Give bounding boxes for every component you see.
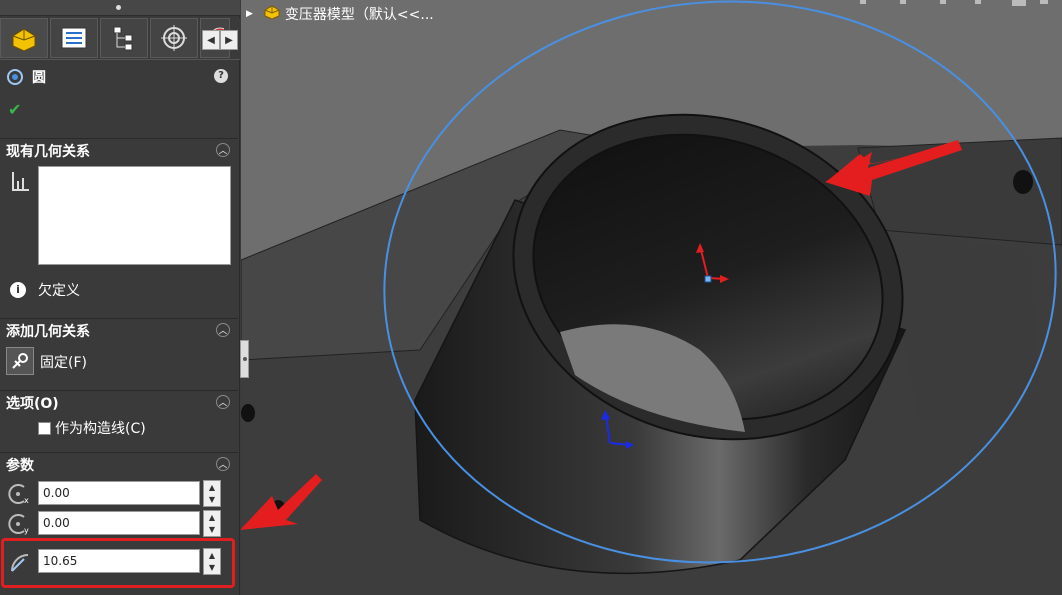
info-icon: i: [10, 282, 26, 298]
feature-manager-icon: [12, 28, 36, 52]
center-x-spinner[interactable]: ▲ ▼: [203, 480, 221, 507]
ok-checkmark-icon[interactable]: ✔: [8, 100, 21, 119]
status-label: 欠定义: [38, 283, 80, 299]
dimxpert-icon: [161, 25, 187, 51]
section-parameters-label: 参数: [6, 457, 34, 474]
solidworks-window: ▶ 变压器模型（默认<<... ◀ ▶ 圆 ? ✔ 现有几何关系 ︿ i 欠定义…: [0, 0, 1062, 595]
status-row: i 欠定义: [10, 280, 80, 300]
circle-icon: [7, 69, 23, 85]
construction-checkbox-row[interactable]: 作为构造线(C): [38, 418, 146, 438]
existing-relations-list[interactable]: [38, 166, 231, 265]
construction-label[interactable]: 作为构造线(C): [55, 418, 146, 438]
anchor-fix-icon: [12, 353, 28, 369]
section-add-relations-label: 添加几何关系: [6, 323, 90, 340]
fix-relation-label[interactable]: 固定(F): [40, 352, 87, 372]
graphics-area[interactable]: [240, 0, 1062, 595]
tab-feature-manager[interactable]: [0, 18, 48, 58]
svg-text:y: y: [24, 526, 29, 535]
help-icon[interactable]: ?: [214, 69, 228, 83]
tab-scroll-right-button[interactable]: ▶: [220, 30, 238, 50]
section-existing-relations[interactable]: 现有几何关系 ︿: [0, 138, 238, 162]
tab-scroll-buttons: ◀ ▶: [202, 30, 238, 50]
property-manager-icon: [61, 27, 87, 49]
panel-grip[interactable]: [0, 0, 240, 16]
property-manager-panel: ◀ ▶ 圆 ? ✔ 现有几何关系 ︿ i 欠定义 添加几何关系 ︿ 固定(F) …: [0, 0, 240, 595]
section-options[interactable]: 选项(O) ︿: [0, 390, 238, 414]
fix-relation-button[interactable]: [6, 347, 34, 375]
part-icon: [263, 4, 281, 24]
center-y-icon: y: [8, 514, 29, 535]
relations-icon: [10, 170, 30, 196]
collapse-chevron-icon[interactable]: ︿: [216, 323, 230, 337]
model-view[interactable]: [240, 0, 1062, 595]
tab-configuration-manager[interactable]: [100, 18, 148, 58]
collapse-chevron-icon[interactable]: ︿: [216, 457, 230, 471]
property-title-row: 圆 ?: [6, 66, 234, 88]
center-y-row: y 0.00 ▲ ▼: [6, 509, 222, 537]
manager-tabs: ◀ ▶: [0, 18, 240, 60]
section-parameters[interactable]: 参数 ︿: [0, 452, 238, 476]
center-x-icon: x: [8, 484, 29, 505]
collapse-chevron-icon[interactable]: ︿: [216, 395, 230, 409]
radius-highlight-box: [1, 538, 235, 588]
center-y-spinner[interactable]: ▲ ▼: [203, 510, 221, 537]
expand-arrow-icon[interactable]: ▶: [246, 9, 253, 19]
center-x-input[interactable]: 0.00: [38, 481, 200, 505]
feature-tree-header[interactable]: ▶ 变压器模型（默认<<...: [246, 4, 434, 24]
construction-checkbox[interactable]: [38, 421, 51, 435]
property-title: 圆: [32, 70, 46, 86]
center-x-row: x 0.00 ▲ ▼: [6, 479, 222, 507]
configuration-manager-icon: [113, 26, 133, 51]
collapse-chevron-icon[interactable]: ︿: [216, 143, 230, 157]
tab-scroll-left-button[interactable]: ◀: [202, 30, 220, 50]
tab-property-manager[interactable]: [50, 18, 98, 58]
part-name[interactable]: 变压器模型（默认<<...: [285, 4, 434, 24]
section-add-relations[interactable]: 添加几何关系 ︿: [0, 318, 238, 342]
tab-dimxpert-manager[interactable]: [150, 18, 198, 58]
panel-splitter[interactable]: [240, 340, 249, 378]
center-y-input[interactable]: 0.00: [38, 511, 200, 535]
section-options-label: 选项(O): [6, 395, 59, 412]
section-existing-relations-label: 现有几何关系: [6, 143, 90, 160]
svg-text:x: x: [24, 496, 29, 505]
